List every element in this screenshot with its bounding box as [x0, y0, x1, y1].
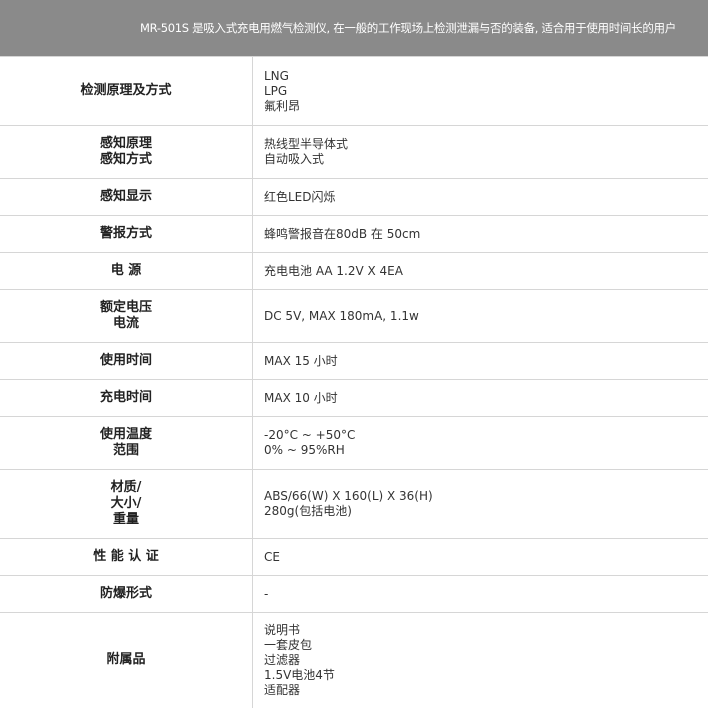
row-label: 附属品 — [0, 613, 253, 708]
row-value: LNG LPG 氟利昂 — [253, 57, 708, 126]
row-label: 感知原理 感知方式 — [0, 126, 253, 179]
row-value: 红色LED闪烁 — [253, 179, 708, 216]
row-label: 警报方式 — [0, 216, 253, 253]
row-label: 使用温度 范围 — [0, 417, 253, 470]
table-row: 检测原理及方式 LNG LPG 氟利昂 — [0, 57, 708, 126]
row-value: DC 5V, MAX 180mA, 1.1w — [253, 290, 708, 343]
row-value: - — [253, 576, 708, 613]
table-row: 额定电压 电流 DC 5V, MAX 180mA, 1.1w — [0, 290, 708, 343]
row-label: 检测原理及方式 — [0, 57, 253, 126]
row-value: 说明书 一套皮包 过滤器 1.5V电池4节 适配器 — [253, 613, 708, 708]
row-label: 充电时间 — [0, 380, 253, 417]
row-value: ABS/66(W) X 160(L) X 36(H) 280g(包括电池) — [253, 470, 708, 539]
row-label: 额定电压 电流 — [0, 290, 253, 343]
row-value: 充电电池 AA 1.2V X 4EA — [253, 253, 708, 290]
spec-table: 检测原理及方式 LNG LPG 氟利昂 感知原理 感知方式 热线型半导体式 自动… — [0, 56, 708, 708]
row-label: 使用时间 — [0, 343, 253, 380]
table-row: 材质/ 大小/ 重量 ABS/66(W) X 160(L) X 36(H) 28… — [0, 470, 708, 539]
row-label: 防爆形式 — [0, 576, 253, 613]
table-row: 警报方式 蜂鸣警报音在80dB 在 50cm — [0, 216, 708, 253]
row-value: CE — [253, 539, 708, 576]
row-label: 性 能 认 证 — [0, 539, 253, 576]
table-row: 附属品 说明书 一套皮包 过滤器 1.5V电池4节 适配器 — [0, 613, 708, 708]
banner-text: MR-501S 是吸入式充电用燃气检测仪, 在一般的工作现场上检测泄漏与否的装备… — [140, 20, 676, 36]
table-row: 使用时间 MAX 15 小时 — [0, 343, 708, 380]
table-row: 感知原理 感知方式 热线型半导体式 自动吸入式 — [0, 126, 708, 179]
row-label: 电 源 — [0, 253, 253, 290]
table-row: 感知显示 红色LED闪烁 — [0, 179, 708, 216]
row-value: 热线型半导体式 自动吸入式 — [253, 126, 708, 179]
table-row: 防爆形式 - — [0, 576, 708, 613]
row-value: 蜂鸣警报音在80dB 在 50cm — [253, 216, 708, 253]
row-value: -20°C ~ +50°C 0% ~ 95%RH — [253, 417, 708, 470]
row-label: 感知显示 — [0, 179, 253, 216]
table-row: 性 能 认 证 CE — [0, 539, 708, 576]
product-description-banner: MR-501S 是吸入式充电用燃气检测仪, 在一般的工作现场上检测泄漏与否的装备… — [0, 0, 708, 56]
table-row: 使用温度 范围 -20°C ~ +50°C 0% ~ 95%RH — [0, 417, 708, 470]
row-value: MAX 15 小时 — [253, 343, 708, 380]
row-label: 材质/ 大小/ 重量 — [0, 470, 253, 539]
row-value: MAX 10 小时 — [253, 380, 708, 417]
table-row: 电 源 充电电池 AA 1.2V X 4EA — [0, 253, 708, 290]
table-row: 充电时间 MAX 10 小时 — [0, 380, 708, 417]
